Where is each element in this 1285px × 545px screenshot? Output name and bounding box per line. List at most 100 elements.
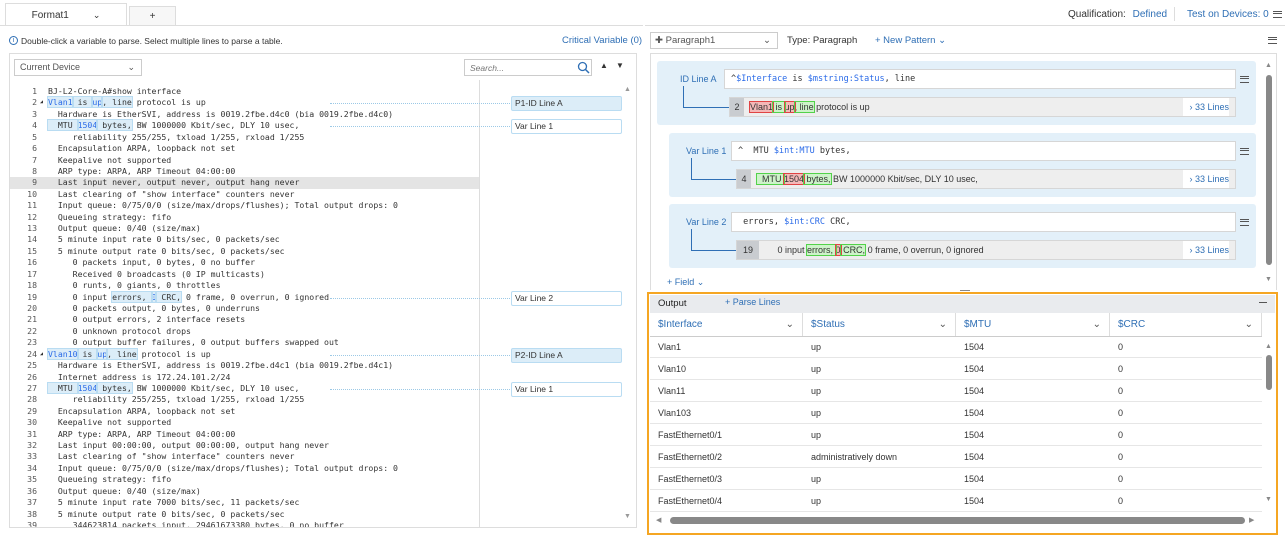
search-icon[interactable]	[577, 61, 590, 74]
pattern-input[interactable]: errors, $int:CRC CRC,	[731, 212, 1236, 232]
menu-icon[interactable]	[1240, 76, 1249, 83]
chevron-down-icon[interactable]: ⌄	[786, 313, 794, 336]
critical-variable-link[interactable]: Critical Variable (0)	[562, 35, 642, 46]
fold-icon[interactable]: ◢	[40, 349, 43, 360]
scroll-down-arrow[interactable]: ▼	[1265, 276, 1272, 283]
output-vertical-scrollbar[interactable]	[1266, 355, 1272, 390]
chevron-down-icon[interactable]: ⌄	[1093, 313, 1101, 336]
column-header[interactable]: $CRC ⌄	[1110, 313, 1262, 336]
line-label[interactable]: P2-ID Line A	[511, 347, 622, 363]
new-pattern-button[interactable]: + New Pattern ⌄	[875, 35, 946, 46]
code-line[interactable]: 37 5 minute input rate 7000 bits/sec, 11…	[10, 497, 479, 508]
menu-icon[interactable]	[1240, 148, 1249, 155]
code-line[interactable]: 30 Keepalive not supported	[10, 417, 479, 428]
code-line[interactable]: 17 Received 0 broadcasts (0 IP multicast…	[10, 269, 479, 280]
chevron-down-icon[interactable]: ⌄	[93, 10, 101, 21]
code-line[interactable]: 15 5 minute output rate 0 bits/sec, 0 pa…	[10, 246, 479, 257]
column-header[interactable]: $Status ⌄	[803, 313, 956, 336]
code-line[interactable]: 1 BJ-L2-Core-A#show interface	[10, 86, 479, 97]
sample-line[interactable]: 4 MTU 1504 bytes, BW 1000000 Kbit/sec, D…	[736, 169, 1236, 189]
table-row[interactable]: FastEthernet0/2 administratively down 1504…	[650, 446, 1262, 468]
search-input[interactable]	[464, 59, 592, 76]
fold-icon[interactable]: ◢	[40, 97, 43, 108]
resize-handle[interactable]	[960, 290, 970, 291]
scroll-left-arrow[interactable]: ◀	[656, 516, 661, 524]
table-row[interactable]: Vlan11 up 1504 0	[650, 380, 1262, 402]
line-label[interactable]: P1-ID Line A	[511, 96, 622, 112]
code-line[interactable]: 8 ARP type: ARPA, ARP Timeout 04:00:00	[10, 166, 479, 177]
add-field-button[interactable]: + Field ⌄	[667, 277, 704, 288]
previous-match-button[interactable]: ▲	[600, 61, 608, 70]
chevron-down-icon[interactable]: ⌄	[939, 313, 947, 336]
code-line[interactable]: 29 Encapsulation ARPA, loopback not set	[10, 406, 479, 417]
more-lines-link[interactable]: › 33 Lines	[1183, 170, 1229, 188]
menu-icon[interactable]	[1273, 11, 1282, 18]
minimize-icon[interactable]	[1259, 302, 1267, 303]
more-lines-link[interactable]: › 33 Lines	[1183, 98, 1229, 116]
line-label[interactable]: Var Line 1	[511, 119, 622, 135]
scroll-up-arrow[interactable]: ▲	[1265, 62, 1272, 69]
output-horizontal-scrollbar[interactable]	[670, 517, 1245, 524]
code-line[interactable]: 10 Last clearing of "show interface" cou…	[10, 189, 479, 200]
code-line[interactable]: 14 5 minute input rate 0 bits/sec, 0 pac…	[10, 234, 479, 245]
table-row[interactable]: Vlan10 up 1504 0	[650, 358, 1262, 380]
code-editor[interactable]: 1 BJ-L2-Core-A#show interface 2 ◢ Vlan1 is u…	[10, 80, 480, 527]
code-line[interactable]: 32 Last input 00:00:00, output 00:00:00,…	[10, 440, 479, 451]
scroll-down-arrow[interactable]: ▼	[1265, 496, 1272, 503]
code-line[interactable]: 39 344623814 packets input, 29461673380 …	[10, 520, 479, 527]
table-row[interactable]: FastEthernet0/1 up 1504 0	[650, 424, 1262, 446]
code-line[interactable]: 21 0 output errors, 2 interface resets	[10, 314, 479, 325]
column-header[interactable]: $MTU ⌄	[956, 313, 1110, 336]
code-line[interactable]: 11 Input queue: 0/75/0/0 (size/max/drops…	[10, 200, 479, 211]
code-line[interactable]: 9 Last input never, output never, output…	[10, 177, 479, 189]
scroll-right-arrow[interactable]: ▶	[1249, 516, 1254, 524]
table-row[interactable]: FastEthernet0/4 up 1504 0	[650, 490, 1262, 512]
test-on-devices-link[interactable]: Test on Devices: 0	[1187, 9, 1269, 20]
menu-icon[interactable]	[1240, 219, 1249, 226]
tab-format1[interactable]: Format1 ⌄	[5, 3, 127, 26]
code-line[interactable]: 25 Hardware is EtherSVI, address is 0019…	[10, 360, 479, 371]
pattern-scrollbar[interactable]	[1266, 75, 1272, 265]
chevron-down-icon[interactable]: ⌄	[1245, 313, 1253, 336]
parse-lines-button[interactable]: + Parse Lines	[725, 297, 780, 307]
sample-line[interactable]: 19 0 input errors, 0 CRC, 0 frame, 0 ove…	[736, 240, 1236, 260]
code-line[interactable]: 34 Input queue: 0/75/0/0 (size/max/drops…	[10, 463, 479, 474]
code-line[interactable]: 7 Keepalive not supported	[10, 155, 479, 166]
code-line[interactable]: 36 Output queue: 0/40 (size/max)	[10, 486, 479, 497]
pattern-input[interactable]: ^ MTU $int:MTU bytes,	[731, 141, 1236, 161]
table-row[interactable]: Vlan103 up 1504 0	[650, 402, 1262, 424]
table-row[interactable]: FastEthernet0/3 up 1504 0	[650, 468, 1262, 490]
code-line[interactable]: 26 Internet address is 172.24.101.2/24	[10, 372, 479, 383]
table-row[interactable]: Vlan1 up 1504 0	[650, 336, 1262, 358]
code-line[interactable]: 33 Last clearing of "show interface" cou…	[10, 451, 479, 462]
device-select[interactable]: Current Device ⌄	[14, 59, 142, 76]
code-line[interactable]: 5 reliability 255/255, txload 1/255, rxl…	[10, 132, 479, 143]
code-line[interactable]: 22 0 unknown protocol drops	[10, 326, 479, 337]
code-line[interactable]: 18 0 runts, 0 giants, 0 throttles	[10, 280, 479, 291]
qualification-value[interactable]: Defined	[1133, 9, 1167, 20]
code-line[interactable]: 28 reliability 255/255, txload 1/255, rx…	[10, 394, 479, 405]
code-line[interactable]: 6 Encapsulation ARPA, loopback not set	[10, 143, 479, 154]
more-lines-link[interactable]: › 33 Lines	[1183, 241, 1229, 259]
code-line[interactable]: 23 0 output buffer failures, 0 output bu…	[10, 337, 479, 348]
paragraph-select[interactable]: ✚ Paragraph1 ⌄	[650, 32, 778, 49]
code-line[interactable]: 12 Queueing strategy: fifo	[10, 212, 479, 223]
code-line[interactable]: 16 0 packets input, 0 bytes, 0 no buffer	[10, 257, 479, 268]
code-line[interactable]: 20 0 packets output, 0 bytes, 0 underrun…	[10, 303, 479, 314]
next-match-button[interactable]: ▼	[616, 61, 624, 70]
line-label[interactable]: Var Line 2	[511, 290, 622, 306]
code-line[interactable]: 35 Queueing strategy: fifo	[10, 474, 479, 485]
sample-line[interactable]: 2 Vlan1 is up, line protocol is up › 33 Li…	[729, 97, 1236, 117]
pattern-input[interactable]: ^$Interface is $mstring:Status, line	[724, 69, 1236, 89]
code-line[interactable]: 31 ARP type: ARPA, ARP Timeout 04:00:00	[10, 429, 479, 440]
scroll-down-arrow[interactable]: ▼	[624, 513, 631, 520]
scroll-up-arrow[interactable]: ▲	[624, 86, 631, 93]
add-tab-button[interactable]: +	[129, 6, 176, 26]
scroll-up-arrow[interactable]: ▲	[1265, 343, 1272, 350]
column-header[interactable]: $Interface ⌄	[650, 313, 803, 336]
code-line[interactable]: 3 Hardware is EtherSVI, address is 0019.…	[10, 109, 479, 120]
line-label[interactable]: Var Line 1	[511, 381, 622, 397]
code-line[interactable]: 13 Output queue: 0/40 (size/max)	[10, 223, 479, 234]
menu-icon[interactable]	[1268, 37, 1277, 44]
code-line[interactable]: 38 5 minute output rate 0 bits/sec, 0 pa…	[10, 509, 479, 520]
